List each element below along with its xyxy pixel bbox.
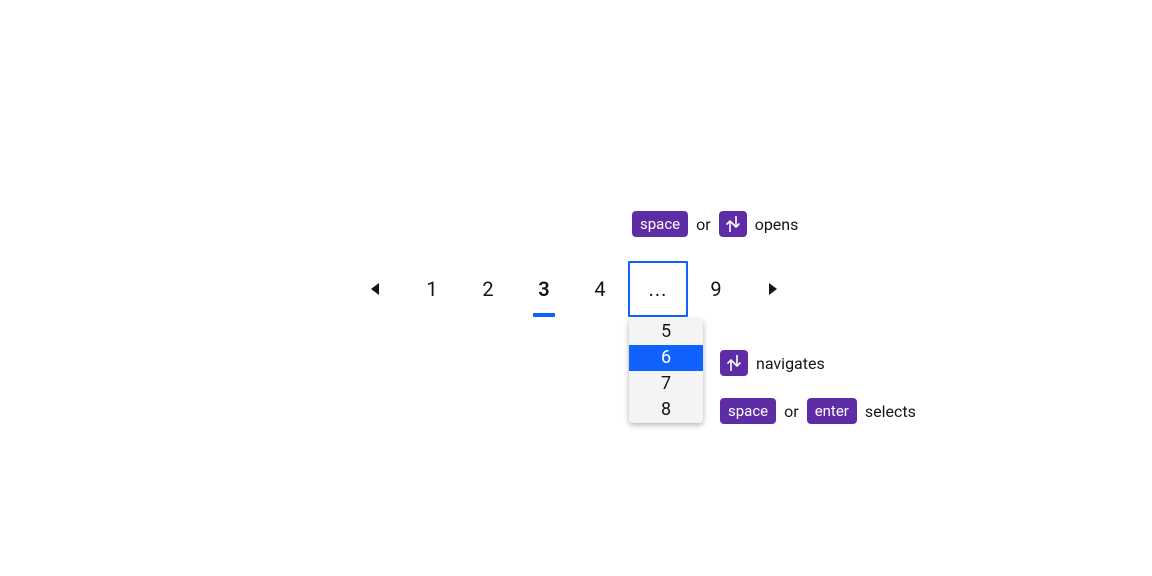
pagination: 1 2 3 4 ... 9 [348,261,800,317]
updown-icon [727,355,741,371]
hint-open-text: opens [755,215,799,234]
key-space: space [720,398,776,424]
overflow-option-5[interactable]: 5 [629,319,703,345]
overflow-button[interactable]: ... [628,261,688,317]
overflow-menu: 5 6 7 8 [629,319,703,423]
hint-select: space or enter selects [720,398,916,424]
page-last[interactable]: 9 [688,261,744,317]
hint-navigate-text: navigates [756,354,825,373]
hint-open: space or opens [632,211,798,237]
page-1[interactable]: 1 [404,261,460,317]
next-page-button[interactable] [744,261,800,317]
overflow-option-7[interactable]: 7 [629,371,703,397]
key-updown [719,211,747,237]
hint-navigate: navigates [720,350,825,376]
overflow-option-6-selected[interactable]: 6 [629,345,703,371]
page-2[interactable]: 2 [460,261,516,317]
prev-page-button[interactable] [348,261,404,317]
hint-or: or [784,402,799,421]
hint-or: or [696,215,711,234]
hint-select-text: selects [865,402,916,421]
updown-icon [726,216,740,232]
triangle-left-icon [371,283,381,295]
triangle-right-icon [767,283,777,295]
key-enter: enter [807,398,857,424]
page-4[interactable]: 4 [572,261,628,317]
overflow-option-8[interactable]: 8 [629,397,703,423]
page-3-current[interactable]: 3 [516,261,572,317]
key-space: space [632,211,688,237]
key-updown [720,350,748,376]
